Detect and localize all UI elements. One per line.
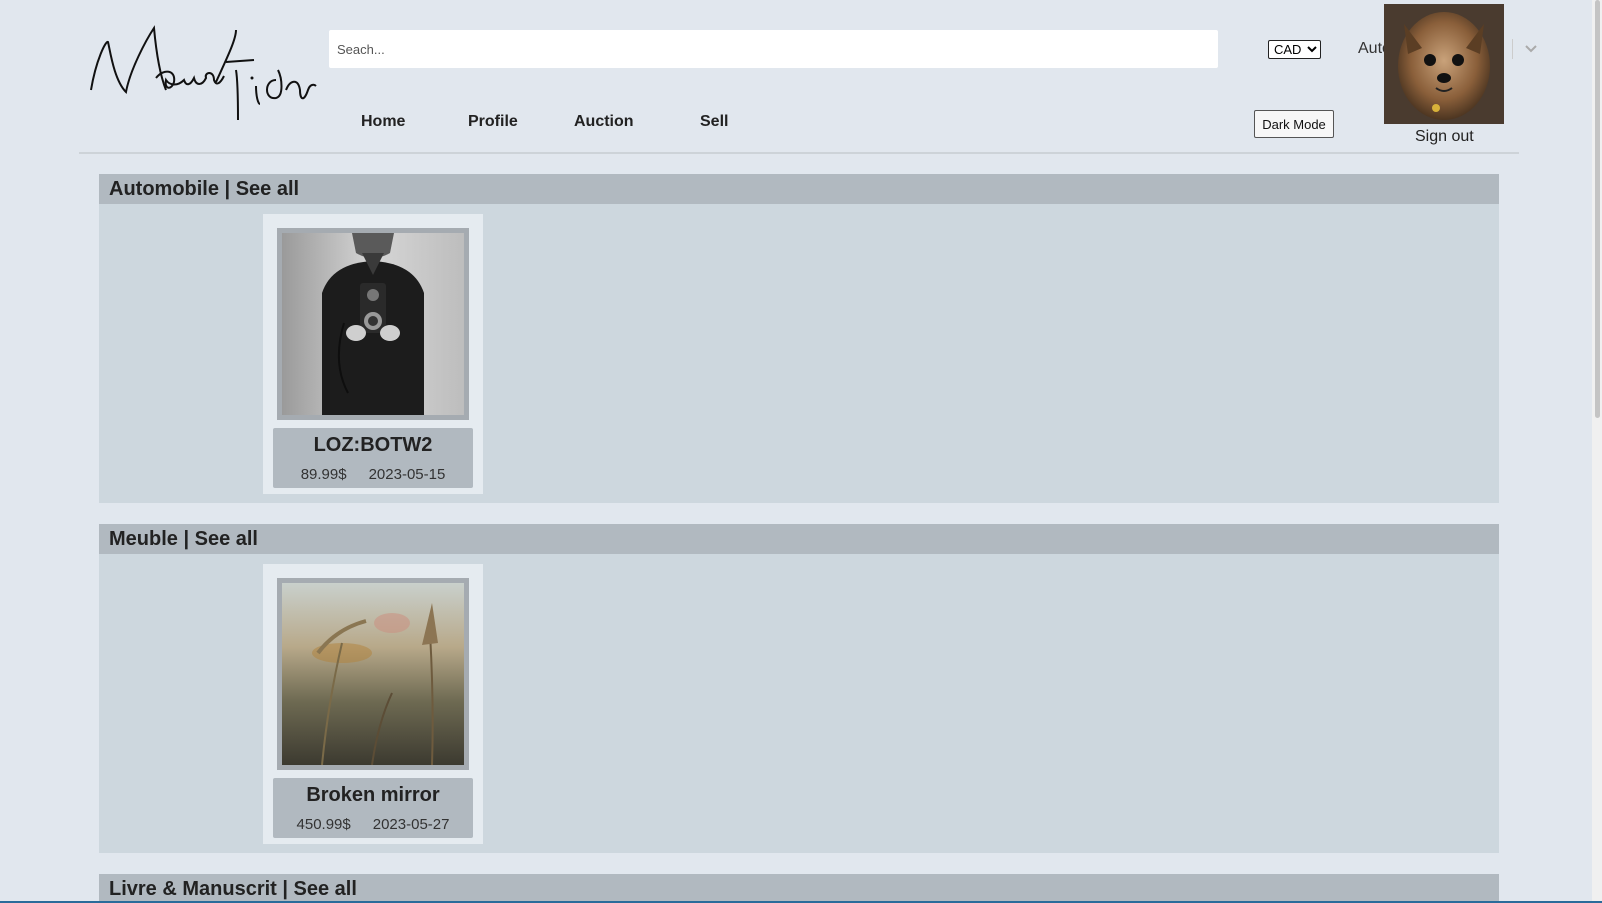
currency-select[interactable]: CAD (1268, 40, 1321, 59)
section-header-meuble: Meuble | See all (99, 524, 1499, 554)
item-info: LOZ:BOTW2 89.99$ 2023-05-15 (273, 428, 473, 488)
item-date: 2023-05-15 (368, 466, 446, 483)
item-card[interactable]: Broken mirror 450.99$ 2023-05-27 (263, 564, 483, 844)
avatar[interactable] (1384, 4, 1504, 124)
nav-home[interactable]: Home (361, 113, 405, 131)
nav-auction[interactable]: Auction (574, 113, 634, 131)
section-body-meuble: Broken mirror 450.99$ 2023-05-27 (99, 554, 1499, 853)
section-body-automobile: LOZ:BOTW2 89.99$ 2023-05-15 (99, 204, 1499, 503)
nav-sell[interactable]: Sell (700, 113, 728, 131)
item-title[interactable]: Broken mirror (273, 784, 473, 807)
item-price: 450.99$ (296, 816, 351, 833)
search-input[interactable] (331, 30, 1023, 68)
item-meta: 89.99$ 2023-05-15 (273, 466, 473, 483)
search-divider (1512, 39, 1513, 59)
wheat-photo (282, 583, 464, 765)
item-image[interactable] (277, 228, 469, 420)
logo[interactable] (86, 20, 321, 130)
chevron-down-icon[interactable] (1524, 43, 1538, 55)
section-title[interactable]: Automobile | See all (109, 178, 299, 201)
item-image[interactable] (277, 578, 469, 770)
section-header-livre: Livre & Manuscrit | See all (99, 874, 1499, 903)
section-title[interactable]: Meuble | See all (109, 528, 258, 551)
dog-photo (1384, 4, 1504, 124)
item-info: Broken mirror 450.99$ 2023-05-27 (273, 778, 473, 838)
item-card[interactable]: LOZ:BOTW2 89.99$ 2023-05-15 (263, 214, 483, 494)
dark-mode-button[interactable]: Dark Mode (1254, 110, 1334, 138)
header-divider (79, 152, 1519, 154)
item-meta: 450.99$ 2023-05-27 (273, 816, 473, 833)
sign-out-link[interactable]: Sign out (1415, 128, 1474, 146)
camera-photo (282, 233, 464, 415)
nav-profile[interactable]: Profile (468, 113, 518, 131)
section-header-automobile: Automobile | See all (99, 174, 1499, 204)
item-date: 2023-05-27 (372, 816, 450, 833)
scrollbar-thumb[interactable] (1595, 0, 1600, 418)
item-title[interactable]: LOZ:BOTW2 (273, 434, 473, 457)
search-bar[interactable]: Automobile (329, 30, 1537, 68)
item-price: 89.99$ (300, 466, 347, 483)
section-title[interactable]: Livre & Manuscrit | See all (109, 878, 357, 901)
